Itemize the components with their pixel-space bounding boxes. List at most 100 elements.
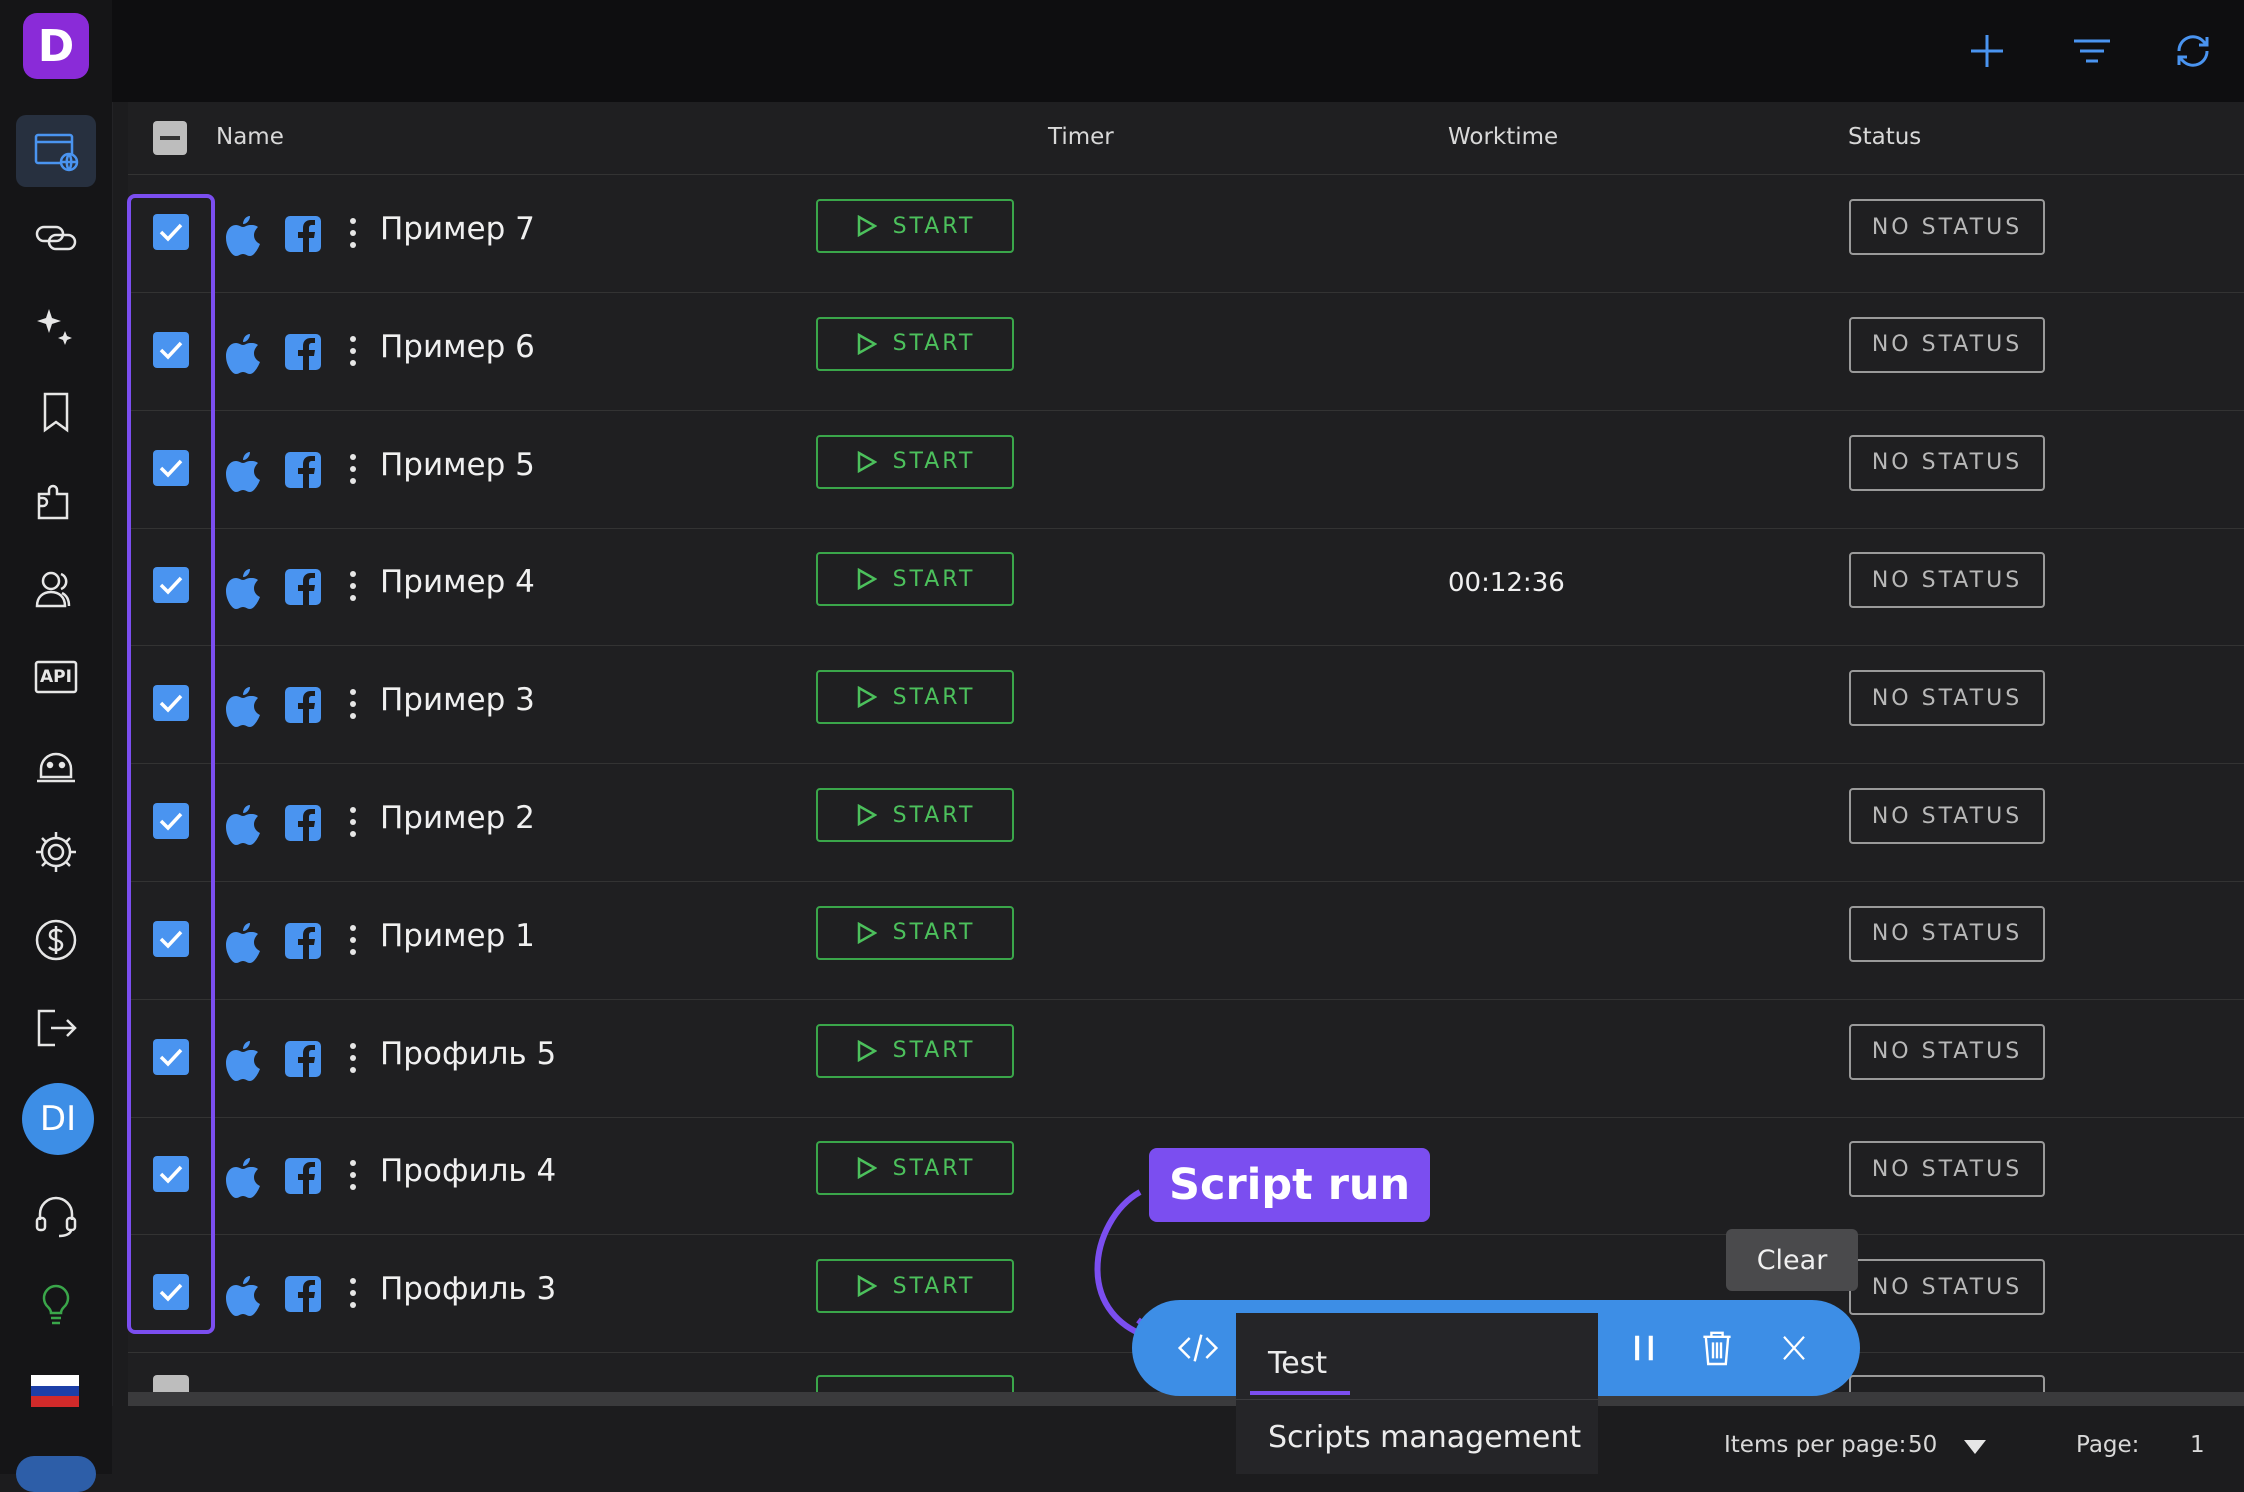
more-options-icon[interactable] — [348, 1157, 358, 1197]
table-row[interactable]: Пример 5 START NO STATUS — [128, 411, 2244, 529]
more-options-icon[interactable] — [348, 215, 358, 255]
start-button[interactable]: START — [816, 434, 1014, 489]
column-name-header[interactable]: Name — [216, 124, 284, 150]
status-badge[interactable]: NO STATUS — [1849, 1259, 2045, 1316]
table-row[interactable]: Пример 1 START NO STATUS — [128, 882, 2244, 1000]
more-options-icon[interactable] — [348, 922, 358, 962]
filter-icon[interactable] — [2066, 25, 2118, 77]
trash-icon[interactable] — [1692, 1324, 1742, 1372]
theme-toggle[interactable] — [16, 1456, 96, 1492]
avatar[interactable]: DI — [22, 1083, 94, 1155]
proxies-icon[interactable] — [16, 202, 96, 274]
more-options-icon[interactable] — [348, 686, 358, 726]
browser-profiles-icon[interactable] — [16, 115, 96, 187]
row-checkbox[interactable] — [153, 685, 189, 722]
more-options-icon[interactable] — [348, 804, 358, 844]
extensions-icon[interactable] — [16, 465, 96, 537]
profile-name[interactable]: Пример 1 — [380, 918, 535, 954]
start-button[interactable]: START — [816, 1259, 1014, 1314]
status-badge[interactable]: NO STATUS — [1849, 905, 2045, 962]
profile-name[interactable]: Пример 3 — [380, 682, 535, 718]
table-row[interactable]: Пример 6 START NO STATUS — [128, 293, 2244, 411]
status-badge[interactable]: NO STATUS — [1849, 788, 2045, 844]
table-row[interactable]: Пример 7 START NO STATUS — [128, 175, 2244, 293]
robot-icon[interactable] — [16, 728, 96, 800]
row-checkbox[interactable] — [153, 567, 189, 604]
api-icon[interactable]: API — [16, 641, 96, 713]
row-checkbox[interactable] — [153, 1375, 189, 1393]
status-badge[interactable]: NO STATUS — [1849, 670, 2045, 727]
bookmark-icon[interactable] — [16, 377, 96, 449]
row-checkbox[interactable] — [153, 1274, 189, 1311]
start-button-label: START — [892, 1273, 976, 1299]
row-checkbox[interactable] — [153, 803, 189, 839]
more-options-icon[interactable] — [348, 451, 358, 491]
start-button[interactable]: START — [816, 788, 1014, 842]
more-options-icon[interactable] — [348, 1040, 358, 1080]
status-badge[interactable]: NO STATUS — [1849, 552, 2045, 609]
profile-name[interactable]: Пример 6 — [380, 329, 535, 365]
column-worktime-header[interactable]: Worktime — [1448, 124, 1558, 150]
status-badge[interactable]: NO STATUS — [1849, 199, 2045, 255]
start-button[interactable] — [816, 1375, 1014, 1393]
profile-name[interactable]: Пример 4 — [380, 564, 535, 600]
worktime-value: 00:12:36 — [1448, 568, 1565, 599]
sparkles-icon[interactable] — [16, 290, 96, 362]
column-status-header[interactable]: Status — [1848, 124, 1921, 150]
play-icon — [857, 215, 877, 237]
gear-icon[interactable] — [16, 816, 96, 888]
profile-name[interactable]: Профиль 3 — [380, 1271, 556, 1307]
start-button[interactable]: START — [816, 670, 1014, 725]
status-badge[interactable]: NO STATUS — [1849, 1141, 2045, 1198]
table-row[interactable]: Пример 3 START NO STATUS — [128, 646, 2244, 765]
chevron-down-icon[interactable] — [1964, 1440, 1986, 1454]
start-button[interactable]: START — [816, 1141, 1014, 1196]
row-checkbox[interactable] — [153, 331, 189, 368]
logout-icon[interactable] — [16, 992, 96, 1064]
menu-item-scripts-management[interactable]: Scripts management — [1268, 1420, 1581, 1455]
app-logo[interactable]: D — [23, 13, 89, 79]
start-button[interactable]: START — [816, 316, 1014, 371]
facebook-icon — [285, 451, 321, 488]
more-options-icon[interactable] — [348, 333, 358, 373]
row-checkbox[interactable] — [153, 920, 189, 957]
close-icon[interactable] — [1772, 1324, 1816, 1372]
items-per-page-value[interactable]: 50 — [1908, 1432, 1937, 1458]
table-row[interactable]: Профиль 5 START NO STATUS — [128, 1000, 2244, 1118]
select-all-checkbox[interactable] — [153, 121, 187, 155]
start-button[interactable]: START — [816, 1023, 1014, 1078]
plus-icon[interactable] — [1961, 25, 2013, 77]
column-timer-header[interactable]: Timer — [1048, 124, 1114, 150]
team-icon[interactable] — [16, 553, 96, 625]
pause-icon[interactable] — [1624, 1324, 1668, 1372]
table-row[interactable]: Пример 2 START NO STATUS — [128, 764, 2244, 882]
profile-name[interactable]: Профиль 4 — [380, 1153, 556, 1189]
play-icon — [857, 1157, 877, 1180]
menu-item-test[interactable]: Test — [1268, 1346, 1327, 1381]
lightbulb-icon[interactable] — [16, 1266, 96, 1338]
row-checkbox[interactable] — [153, 1156, 189, 1193]
profile-name[interactable]: Профиль 5 — [380, 1036, 556, 1072]
row-checkbox[interactable] — [153, 1038, 189, 1075]
status-badge[interactable]: NO STATUS — [1849, 1023, 2045, 1080]
more-options-icon[interactable] — [348, 1275, 358, 1315]
start-button[interactable]: START — [816, 905, 1014, 960]
status-badge[interactable] — [1849, 1375, 2045, 1393]
refresh-icon[interactable] — [2167, 25, 2219, 77]
more-options-icon[interactable] — [348, 568, 358, 608]
row-checkbox[interactable] — [153, 214, 189, 250]
row-checkbox[interactable] — [153, 449, 189, 486]
profile-name[interactable]: Пример 5 — [380, 447, 535, 483]
dollar-icon[interactable] — [16, 904, 96, 976]
table-row[interactable]: Пример 4 START 00:12:36 NO STATUS — [128, 528, 2244, 647]
profile-name[interactable]: Пример 7 — [380, 211, 535, 247]
language-flag-icon[interactable] — [31, 1375, 79, 1407]
profile-name[interactable]: Пример 2 — [380, 800, 535, 836]
code-icon[interactable] — [1172, 1324, 1224, 1372]
status-badge[interactable]: NO STATUS — [1849, 434, 2045, 491]
start-button[interactable]: START — [816, 552, 1014, 607]
start-button[interactable]: START — [816, 199, 1014, 253]
headset-icon[interactable] — [16, 1179, 96, 1251]
page-value[interactable]: 1 — [2190, 1432, 2205, 1458]
status-badge[interactable]: NO STATUS — [1849, 316, 2045, 373]
